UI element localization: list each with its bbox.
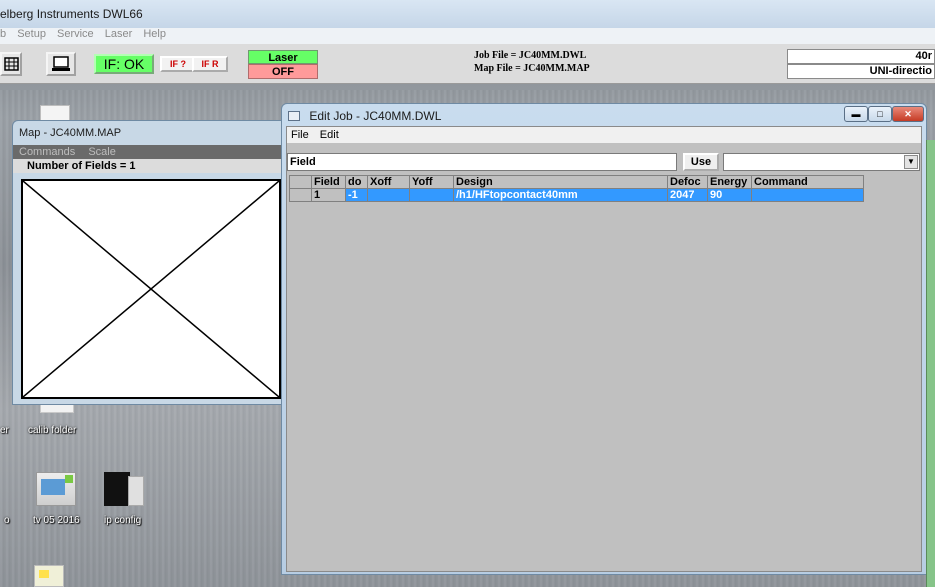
menu-edit[interactable]: Edit bbox=[320, 129, 339, 141]
desktop-label-er: er bbox=[0, 425, 9, 436]
desktop-icon-bottom-badge bbox=[39, 570, 49, 578]
laser-status: Laser OFF bbox=[248, 50, 318, 80]
grid-icon bbox=[4, 57, 19, 71]
map-menu-commands[interactable]: Commands bbox=[19, 146, 75, 158]
ip-config-icon[interactable] bbox=[104, 472, 144, 506]
app-title: elberg Instruments DWL66 bbox=[0, 7, 143, 21]
job-table-header: Field do Xoff Yoff Design Defoc Energy C… bbox=[289, 175, 864, 189]
command-select[interactable]: ▼ bbox=[723, 153, 920, 171]
desktop-icon-top[interactable] bbox=[40, 105, 70, 121]
edit-job-title: Edit Job - JC40MM.DWL bbox=[309, 109, 442, 123]
map-field-cross bbox=[22, 180, 280, 398]
edit-job-window: Edit Job - JC40MM.DWL ▬ □ ✕ File Edit Fi… bbox=[281, 103, 927, 575]
right-status-panel: 40r UNI-directio bbox=[787, 49, 935, 79]
desktop-icon-bottom[interactable] bbox=[34, 565, 64, 587]
map-window: Map - JC40MM.MAP Commands Scale Number o… bbox=[12, 120, 287, 405]
field-command-row: Field Use ▼ bbox=[287, 153, 923, 171]
menu-item-setup[interactable]: Setup bbox=[17, 28, 46, 40]
header-do: do bbox=[345, 175, 368, 189]
close-icon: ✕ bbox=[904, 109, 912, 119]
cell-yoff[interactable] bbox=[409, 188, 454, 202]
menu-item-laser[interactable]: Laser bbox=[105, 28, 133, 40]
right-status-bottom: UNI-directio bbox=[787, 64, 935, 79]
desktop-label-o: o bbox=[4, 515, 10, 526]
desktop-label-ip-config[interactable]: ip config bbox=[104, 515, 141, 526]
cell-energy[interactable]: 90 bbox=[707, 188, 752, 202]
header-field: Field bbox=[311, 175, 346, 189]
menu-item-service[interactable]: Service bbox=[57, 28, 94, 40]
map-window-title: Map - JC40MM.MAP bbox=[19, 127, 122, 139]
maximize-button[interactable]: □ bbox=[868, 106, 892, 122]
cell-defoc[interactable]: 2047 bbox=[667, 188, 708, 202]
map-field-count: Number of Fields = 1 bbox=[13, 159, 286, 173]
menu-file[interactable]: File bbox=[291, 129, 309, 141]
close-button[interactable]: ✕ bbox=[892, 106, 924, 122]
header-energy: Energy bbox=[707, 175, 752, 189]
ip-config-page bbox=[128, 476, 144, 506]
grid-button[interactable] bbox=[0, 52, 22, 76]
monitor-button[interactable] bbox=[46, 52, 76, 76]
desktop-label-calib-folder[interactable]: calib folder bbox=[28, 425, 76, 436]
edit-job-titlebar: Edit Job - JC40MM.DWL bbox=[288, 107, 441, 125]
edit-job-content: File Edit Field Use ▼ Field do Xoff Yoff… bbox=[286, 126, 922, 572]
cell-design[interactable]: /h1/HFtopcontact40mm bbox=[453, 188, 668, 202]
cell-field[interactable]: 1 bbox=[311, 188, 346, 202]
file-info: Job File = JC40MM.DWL Map File = JC40MM.… bbox=[474, 49, 590, 75]
header-yoff: Yoff bbox=[409, 175, 454, 189]
header-design: Design bbox=[453, 175, 668, 189]
cell-xoff[interactable] bbox=[367, 188, 410, 202]
right-status-top: 40r bbox=[787, 49, 935, 64]
menu-item-b[interactable]: b bbox=[0, 28, 6, 40]
tv-folder-icon[interactable] bbox=[36, 472, 76, 506]
row-spacer bbox=[289, 188, 312, 202]
window-app-icon bbox=[288, 111, 300, 121]
header-xoff: Xoff bbox=[367, 175, 410, 189]
minimize-button[interactable]: ▬ bbox=[844, 106, 868, 122]
menu-item-help[interactable]: Help bbox=[143, 28, 166, 40]
desktop-label-tv[interactable]: tv 05 2016 bbox=[33, 515, 80, 526]
chevron-down-icon[interactable]: ▼ bbox=[904, 155, 918, 169]
field-input[interactable]: Field bbox=[287, 153, 677, 171]
right-side-panel bbox=[926, 140, 935, 587]
ip-config-terminal bbox=[104, 472, 130, 506]
laser-label: Laser bbox=[248, 50, 318, 64]
job-table: Field do Xoff Yoff Design Defoc Energy C… bbox=[289, 175, 864, 202]
header-defoc: Defoc bbox=[667, 175, 708, 189]
laser-state: OFF bbox=[248, 64, 318, 79]
tv-folder-thumb bbox=[41, 479, 65, 495]
if-query-button[interactable]: IF ? bbox=[160, 56, 196, 72]
map-file-label: Map File = JC40MM.MAP bbox=[474, 63, 590, 74]
maximize-icon: □ bbox=[877, 109, 883, 119]
minimize-icon: ▬ bbox=[851, 109, 861, 119]
use-button[interactable]: Use bbox=[683, 153, 719, 171]
app-titlebar: elberg Instruments DWL66 bbox=[0, 0, 935, 28]
if-status-button[interactable]: IF: OK bbox=[94, 54, 154, 74]
cell-command[interactable] bbox=[751, 188, 864, 202]
map-menu-scale[interactable]: Scale bbox=[88, 146, 116, 158]
header-command: Command bbox=[751, 175, 864, 189]
map-menubar: Commands Scale bbox=[13, 145, 286, 159]
if-reset-button[interactable]: IF R bbox=[192, 56, 228, 72]
tv-folder-badge bbox=[65, 475, 73, 483]
app-menubar: b Setup Service Laser Help bbox=[0, 28, 935, 44]
map-canvas[interactable] bbox=[21, 179, 281, 399]
table-row[interactable]: 1 -1 /h1/HFtopcontact40mm 2047 90 bbox=[289, 188, 864, 202]
header-spacer bbox=[289, 175, 312, 189]
job-file-label: Job File = JC40MM.DWL bbox=[474, 50, 587, 61]
monitor-icon bbox=[52, 56, 70, 71]
edit-job-menubar: File Edit bbox=[287, 127, 921, 143]
cell-do[interactable]: -1 bbox=[345, 188, 368, 202]
